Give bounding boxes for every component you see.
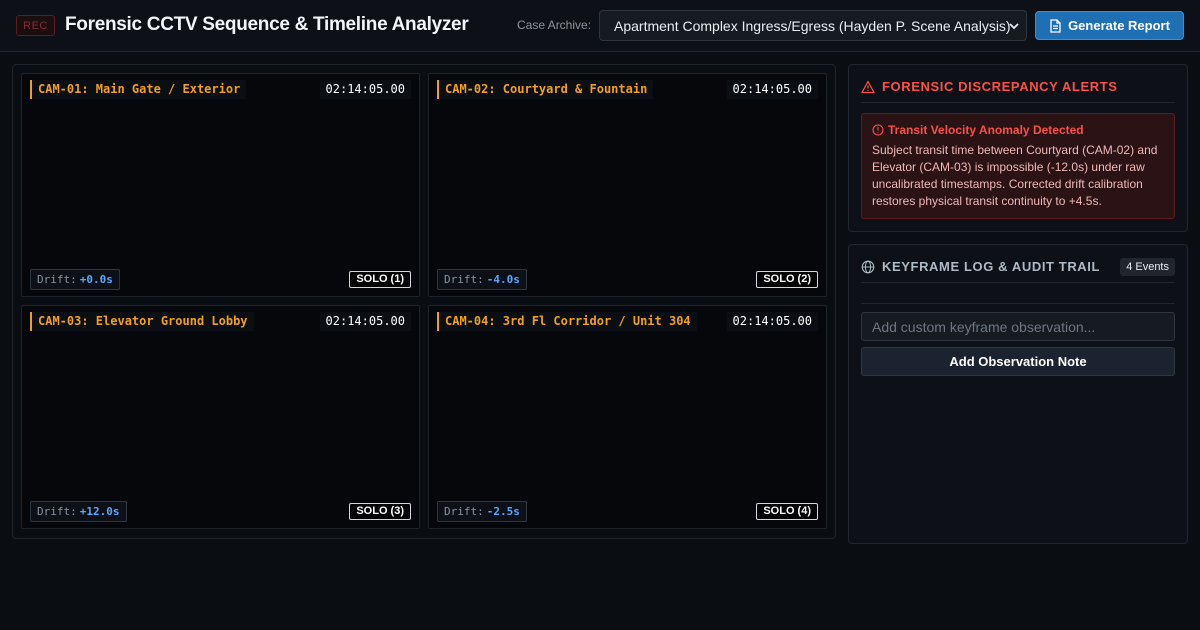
drift-label: Drift: bbox=[444, 505, 484, 518]
alert-circle-icon bbox=[872, 124, 884, 136]
events-count-badge: 4 Events bbox=[1120, 258, 1175, 276]
solo-button[interactable]: SOLO (3) bbox=[349, 503, 411, 520]
camera-feed-2[interactable]: CAM-02: Courtyard & Fountain 02:14:05.00… bbox=[428, 73, 827, 297]
case-archive-selected-value: Apartment Complex Ingress/Egress (Hayden… bbox=[614, 17, 1011, 34]
divider bbox=[861, 303, 1175, 304]
camera-title: CAM-02: Courtyard & Fountain bbox=[437, 80, 654, 99]
alerts-header: FORENSIC DISCREPANCY ALERTS bbox=[861, 79, 1175, 103]
camera-grid: CAM-01: Main Gate / Exterior 02:14:05.00… bbox=[12, 64, 836, 539]
alert-heading: Transit Velocity Anomaly Detected bbox=[888, 123, 1084, 137]
solo-button[interactable]: SOLO (1) bbox=[349, 271, 411, 288]
drift-value: -4.0s bbox=[486, 273, 520, 286]
camera-title: CAM-04: 3rd Fl Corridor / Unit 304 bbox=[437, 312, 697, 331]
app-header: REC Forensic CCTV Sequence & Timeline An… bbox=[0, 0, 1200, 52]
solo-button[interactable]: SOLO (4) bbox=[756, 503, 818, 520]
alerts-title: FORENSIC DISCREPANCY ALERTS bbox=[882, 79, 1118, 94]
drift-readout: Drift: -2.5s bbox=[437, 501, 527, 522]
drift-value: +12.0s bbox=[79, 505, 120, 518]
drift-readout: Drift: +12.0s bbox=[30, 501, 127, 522]
add-observation-button[interactable]: Add Observation Note bbox=[861, 347, 1175, 376]
camera-timestamp: 02:14:05.00 bbox=[726, 312, 818, 331]
generate-report-label: Generate Report bbox=[1068, 18, 1170, 33]
camera-feed-1[interactable]: CAM-01: Main Gate / Exterior 02:14:05.00… bbox=[21, 73, 420, 297]
alert-heading-row: Transit Velocity Anomaly Detected bbox=[872, 123, 1164, 137]
solo-button[interactable]: SOLO (2) bbox=[756, 271, 818, 288]
alert-item: Transit Velocity Anomaly Detected Subjec… bbox=[861, 113, 1175, 219]
drift-value: +0.0s bbox=[79, 273, 113, 286]
drift-label: Drift: bbox=[37, 273, 77, 286]
camera-timestamp: 02:14:05.00 bbox=[726, 80, 818, 99]
case-archive-select[interactable]: Apartment Complex Ingress/Egress (Hayden… bbox=[599, 10, 1027, 41]
alert-body: Subject transit time between Courtyard (… bbox=[872, 143, 1158, 208]
globe-icon bbox=[861, 260, 875, 274]
warning-triangle-icon bbox=[861, 80, 875, 94]
keyframe-log-title: KEYFRAME LOG & AUDIT TRAIL bbox=[882, 259, 1101, 274]
camera-title: CAM-01: Main Gate / Exterior bbox=[30, 80, 247, 99]
camera-title: CAM-03: Elevator Ground Lobby bbox=[30, 312, 254, 331]
drift-value: -2.5s bbox=[486, 505, 520, 518]
keyframe-log-panel: KEYFRAME LOG & AUDIT TRAIL 4 Events Add … bbox=[848, 244, 1188, 544]
camera-timestamp: 02:14:05.00 bbox=[319, 80, 411, 99]
generate-report-button[interactable]: Generate Report bbox=[1035, 11, 1184, 40]
drift-label: Drift: bbox=[444, 273, 484, 286]
app-title: Forensic CCTV Sequence & Timeline Analyz… bbox=[65, 14, 469, 35]
document-icon bbox=[1050, 18, 1061, 33]
discrepancy-alerts-panel: FORENSIC DISCREPANCY ALERTS Transit Velo… bbox=[848, 64, 1188, 232]
drift-readout: Drift: +0.0s bbox=[30, 269, 120, 290]
drift-label: Drift: bbox=[37, 505, 77, 518]
chevron-down-icon bbox=[1009, 23, 1019, 30]
keyframe-log-header: KEYFRAME LOG & AUDIT TRAIL 4 Events bbox=[861, 258, 1175, 283]
drift-readout: Drift: -4.0s bbox=[437, 269, 527, 290]
keyframe-observation-input[interactable] bbox=[861, 312, 1175, 341]
case-archive-label: Case Archive: bbox=[517, 18, 592, 32]
rec-badge: REC bbox=[16, 15, 55, 36]
camera-feed-3[interactable]: CAM-03: Elevator Ground Lobby 02:14:05.0… bbox=[21, 305, 420, 529]
camera-timestamp: 02:14:05.00 bbox=[319, 312, 411, 331]
camera-feed-4[interactable]: CAM-04: 3rd Fl Corridor / Unit 304 02:14… bbox=[428, 305, 827, 529]
